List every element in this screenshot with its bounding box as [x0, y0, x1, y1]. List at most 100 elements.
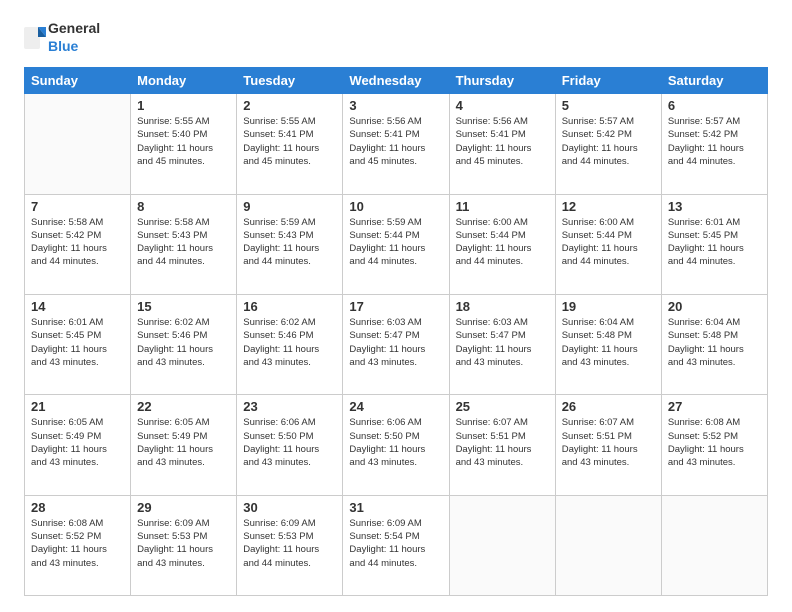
- calendar-week-row: 7 Sunrise: 5:58 AM Sunset: 5:42 PM Daylig…: [25, 194, 768, 294]
- day-info: Sunrise: 5:58 AM Sunset: 5:43 PM Dayligh…: [137, 216, 230, 269]
- calendar-week-row: 14 Sunrise: 6:01 AM Sunset: 5:45 PM Dayli…: [25, 294, 768, 394]
- day-of-week-header: Monday: [131, 68, 237, 94]
- day-info: Sunrise: 6:01 AM Sunset: 5:45 PM Dayligh…: [31, 316, 124, 369]
- calendar-cell: 26 Sunrise: 6:07 AM Sunset: 5:51 PM Dayli…: [555, 395, 661, 495]
- calendar-cell: 24 Sunrise: 6:06 AM Sunset: 5:50 PM Dayli…: [343, 395, 449, 495]
- day-number: 30: [243, 500, 336, 515]
- day-info: Sunrise: 6:07 AM Sunset: 5:51 PM Dayligh…: [562, 416, 655, 469]
- calendar-week-row: 21 Sunrise: 6:05 AM Sunset: 5:49 PM Dayli…: [25, 395, 768, 495]
- header: General Blue: [24, 20, 768, 55]
- calendar-header-row: SundayMondayTuesdayWednesdayThursdayFrid…: [25, 68, 768, 94]
- day-info: Sunrise: 6:00 AM Sunset: 5:44 PM Dayligh…: [562, 216, 655, 269]
- day-info: Sunrise: 5:55 AM Sunset: 5:40 PM Dayligh…: [137, 115, 230, 168]
- logo-blue: Blue: [48, 38, 78, 54]
- logo: General Blue: [24, 20, 100, 55]
- day-info: Sunrise: 5:59 AM Sunset: 5:43 PM Dayligh…: [243, 216, 336, 269]
- day-info: Sunrise: 6:06 AM Sunset: 5:50 PM Dayligh…: [349, 416, 442, 469]
- day-info: Sunrise: 5:56 AM Sunset: 5:41 PM Dayligh…: [349, 115, 442, 168]
- calendar-cell: 7 Sunrise: 5:58 AM Sunset: 5:42 PM Daylig…: [25, 194, 131, 294]
- day-number: 13: [668, 199, 761, 214]
- day-info: Sunrise: 5:57 AM Sunset: 5:42 PM Dayligh…: [668, 115, 761, 168]
- day-number: 7: [31, 199, 124, 214]
- calendar-cell: 29 Sunrise: 6:09 AM Sunset: 5:53 PM Dayli…: [131, 495, 237, 595]
- day-number: 29: [137, 500, 230, 515]
- day-info: Sunrise: 6:05 AM Sunset: 5:49 PM Dayligh…: [137, 416, 230, 469]
- day-number: 10: [349, 199, 442, 214]
- day-of-week-header: Sunday: [25, 68, 131, 94]
- calendar-cell: 14 Sunrise: 6:01 AM Sunset: 5:45 PM Dayli…: [25, 294, 131, 394]
- calendar-cell: 3 Sunrise: 5:56 AM Sunset: 5:41 PM Daylig…: [343, 94, 449, 194]
- calendar-cell: 16 Sunrise: 6:02 AM Sunset: 5:46 PM Dayli…: [237, 294, 343, 394]
- day-of-week-header: Wednesday: [343, 68, 449, 94]
- calendar-cell: 13 Sunrise: 6:01 AM Sunset: 5:45 PM Dayli…: [661, 194, 767, 294]
- calendar-cell: 8 Sunrise: 5:58 AM Sunset: 5:43 PM Daylig…: [131, 194, 237, 294]
- day-info: Sunrise: 6:02 AM Sunset: 5:46 PM Dayligh…: [243, 316, 336, 369]
- day-number: 22: [137, 399, 230, 414]
- day-number: 3: [349, 98, 442, 113]
- calendar-cell: 31Sunrise: 6:09 AM Sunset: 5:54 PM Dayli…: [343, 495, 449, 595]
- day-number: 1: [137, 98, 230, 113]
- calendar-cell: 10 Sunrise: 5:59 AM Sunset: 5:44 PM Dayli…: [343, 194, 449, 294]
- day-number: 9: [243, 199, 336, 214]
- day-info: Sunrise: 6:06 AM Sunset: 5:50 PM Dayligh…: [243, 416, 336, 469]
- calendar-cell: 4 Sunrise: 5:56 AM Sunset: 5:41 PM Daylig…: [449, 94, 555, 194]
- day-info: Sunrise: 6:02 AM Sunset: 5:46 PM Dayligh…: [137, 316, 230, 369]
- calendar-table: SundayMondayTuesdayWednesdayThursdayFrid…: [24, 67, 768, 596]
- calendar-week-row: 1 Sunrise: 5:55 AM Sunset: 5:40 PM Daylig…: [25, 94, 768, 194]
- logo-general: General: [48, 20, 100, 36]
- calendar-cell: 6Sunrise: 5:57 AM Sunset: 5:42 PM Daylig…: [661, 94, 767, 194]
- day-number: 8: [137, 199, 230, 214]
- day-number: 31: [349, 500, 442, 515]
- day-number: 27: [668, 399, 761, 414]
- calendar-cell: 12 Sunrise: 6:00 AM Sunset: 5:44 PM Dayli…: [555, 194, 661, 294]
- day-of-week-header: Saturday: [661, 68, 767, 94]
- day-info: Sunrise: 5:55 AM Sunset: 5:41 PM Dayligh…: [243, 115, 336, 168]
- day-info: Sunrise: 6:03 AM Sunset: 5:47 PM Dayligh…: [349, 316, 442, 369]
- day-number: 25: [456, 399, 549, 414]
- calendar-cell: 1 Sunrise: 5:55 AM Sunset: 5:40 PM Daylig…: [131, 94, 237, 194]
- day-number: 16: [243, 299, 336, 314]
- day-number: 4: [456, 98, 549, 113]
- day-info: Sunrise: 5:56 AM Sunset: 5:41 PM Dayligh…: [456, 115, 549, 168]
- calendar-week-row: 28 Sunrise: 6:08 AM Sunset: 5:52 PM Dayli…: [25, 495, 768, 595]
- day-info: Sunrise: 6:08 AM Sunset: 5:52 PM Dayligh…: [668, 416, 761, 469]
- day-info: Sunrise: 6:01 AM Sunset: 5:45 PM Dayligh…: [668, 216, 761, 269]
- calendar-cell: 30 Sunrise: 6:09 AM Sunset: 5:53 PM Dayli…: [237, 495, 343, 595]
- day-of-week-header: Tuesday: [237, 68, 343, 94]
- calendar-cell: 25Sunrise: 6:07 AM Sunset: 5:51 PM Dayli…: [449, 395, 555, 495]
- day-number: 26: [562, 399, 655, 414]
- calendar-cell: 17Sunrise: 6:03 AM Sunset: 5:47 PM Dayli…: [343, 294, 449, 394]
- calendar-cell: [449, 495, 555, 595]
- calendar-cell: 15 Sunrise: 6:02 AM Sunset: 5:46 PM Dayli…: [131, 294, 237, 394]
- page: General Blue SundayMondayTuesdayWednesda…: [0, 0, 792, 612]
- day-number: 24: [349, 399, 442, 414]
- day-number: 12: [562, 199, 655, 214]
- calendar-cell: 5Sunrise: 5:57 AM Sunset: 5:42 PM Daylig…: [555, 94, 661, 194]
- day-info: Sunrise: 6:08 AM Sunset: 5:52 PM Dayligh…: [31, 517, 124, 570]
- day-info: Sunrise: 6:09 AM Sunset: 5:53 PM Dayligh…: [137, 517, 230, 570]
- day-number: 28: [31, 500, 124, 515]
- day-of-week-header: Thursday: [449, 68, 555, 94]
- day-info: Sunrise: 5:58 AM Sunset: 5:42 PM Dayligh…: [31, 216, 124, 269]
- calendar-cell: 19Sunrise: 6:04 AM Sunset: 5:48 PM Dayli…: [555, 294, 661, 394]
- day-info: Sunrise: 5:59 AM Sunset: 5:44 PM Dayligh…: [349, 216, 442, 269]
- calendar-cell: 28 Sunrise: 6:08 AM Sunset: 5:52 PM Dayli…: [25, 495, 131, 595]
- calendar-cell: 22 Sunrise: 6:05 AM Sunset: 5:49 PM Dayli…: [131, 395, 237, 495]
- calendar-cell: 9 Sunrise: 5:59 AM Sunset: 5:43 PM Daylig…: [237, 194, 343, 294]
- calendar-cell: 11 Sunrise: 6:00 AM Sunset: 5:44 PM Dayli…: [449, 194, 555, 294]
- day-info: Sunrise: 6:05 AM Sunset: 5:49 PM Dayligh…: [31, 416, 124, 469]
- day-number: 11: [456, 199, 549, 214]
- calendar-cell: 2Sunrise: 5:55 AM Sunset: 5:41 PM Daylig…: [237, 94, 343, 194]
- day-number: 18: [456, 299, 549, 314]
- day-info: Sunrise: 6:09 AM Sunset: 5:53 PM Dayligh…: [243, 517, 336, 570]
- day-number: 15: [137, 299, 230, 314]
- logo-wordmark: General Blue: [24, 20, 100, 55]
- day-number: 14: [31, 299, 124, 314]
- day-number: 23: [243, 399, 336, 414]
- day-number: 5: [562, 98, 655, 113]
- day-info: Sunrise: 6:04 AM Sunset: 5:48 PM Dayligh…: [668, 316, 761, 369]
- day-number: 21: [31, 399, 124, 414]
- day-info: Sunrise: 6:00 AM Sunset: 5:44 PM Dayligh…: [456, 216, 549, 269]
- day-number: 19: [562, 299, 655, 314]
- calendar-cell: [661, 495, 767, 595]
